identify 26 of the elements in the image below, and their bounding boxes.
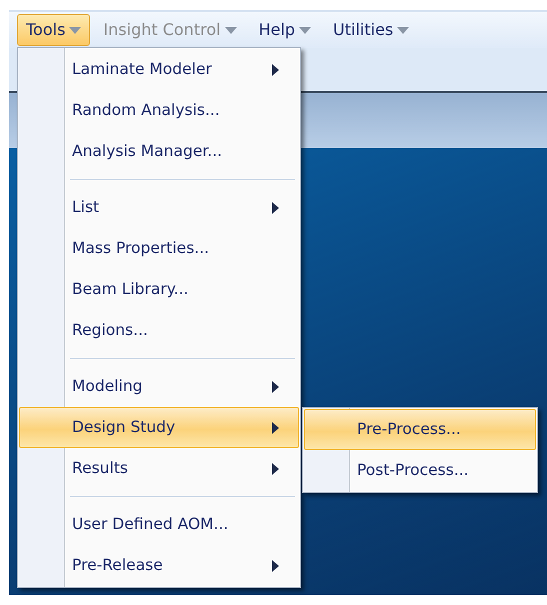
- dropdown-arrow-icon: [299, 26, 312, 34]
- menu-item[interactable]: Beam Library...: [19, 269, 299, 310]
- menu-item[interactable]: Pre-Release: [19, 545, 299, 586]
- menu-item[interactable]: Modeling: [19, 366, 299, 407]
- menu-item[interactable]: Random Analysis...: [19, 90, 299, 131]
- dropdown-arrow-icon: [69, 26, 82, 34]
- menu-item[interactable]: List: [19, 187, 299, 228]
- menu-item[interactable]: User Defined AOM...: [19, 504, 299, 545]
- menu-tab[interactable]: Utilities: [324, 14, 418, 46]
- submenu-arrow-icon: [272, 560, 279, 572]
- menu-item[interactable]: Results: [19, 448, 299, 489]
- menu-tab[interactable]: Help: [250, 14, 320, 46]
- menu-tab[interactable]: Tools: [17, 14, 90, 46]
- dropdown-arrow-icon: [397, 26, 410, 34]
- submenu-arrow-icon: [272, 202, 279, 214]
- submenu-arrow-icon: [272, 462, 279, 474]
- submenu-arrow-icon: [272, 422, 279, 434]
- submenu-arrow-icon: [272, 380, 279, 392]
- menu-item[interactable]: Pre-Process...: [304, 409, 536, 450]
- dropdown-arrow-icon: [224, 26, 237, 34]
- menu-item[interactable]: Regions...: [19, 310, 299, 351]
- menu-item[interactable]: Post-Process...: [304, 450, 536, 491]
- menu-item[interactable]: Mass Properties...: [19, 228, 299, 269]
- menu-item[interactable]: Design Study: [19, 407, 299, 448]
- menu-item[interactable]: Analysis Manager...: [19, 131, 299, 172]
- submenu-arrow-icon: [272, 64, 279, 76]
